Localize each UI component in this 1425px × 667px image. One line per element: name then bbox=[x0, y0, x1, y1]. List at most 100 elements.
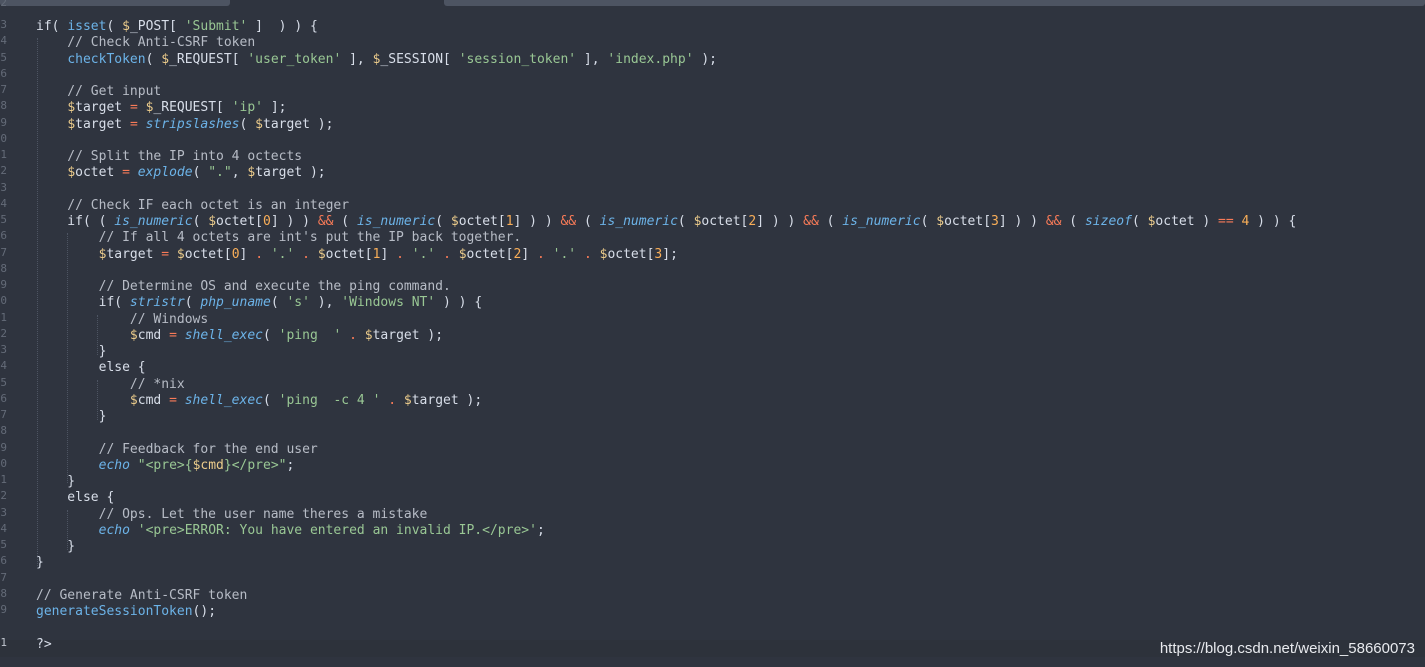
code-token-plain: _POST[ bbox=[129, 19, 185, 34]
code-token-plain: ; bbox=[536, 523, 545, 538]
line-number: 0 bbox=[0, 132, 7, 145]
code-token-plain: target ); bbox=[372, 328, 444, 343]
code-token-op: . bbox=[302, 247, 310, 262]
code-token-num: 3 bbox=[991, 214, 999, 229]
indent-guide bbox=[97, 315, 98, 355]
line-number: 2 bbox=[0, 327, 7, 340]
code-token-plain: cmd bbox=[137, 328, 170, 343]
code-token-var: $ bbox=[176, 247, 185, 262]
code-editor[interactable]: 234567890123456789012345678901234567891 … bbox=[0, 0, 1425, 667]
indent-guide bbox=[97, 380, 98, 420]
code-token-op: = bbox=[169, 393, 177, 408]
line-number: 2 bbox=[0, 164, 7, 177]
code-token-plain: octet[ bbox=[325, 247, 373, 262]
line-number: 4 bbox=[0, 522, 7, 535]
code-token-plain: , bbox=[231, 165, 248, 180]
code-token-op: == bbox=[1218, 214, 1234, 229]
line-number: 7 bbox=[0, 571, 7, 584]
line-number: 7 bbox=[0, 408, 7, 421]
code-line: $cmd = shell_exec( 'ping -c 4 ' . $targe… bbox=[36, 393, 482, 409]
code-token-plain: } bbox=[36, 474, 76, 489]
line-number-gutter: 2 3 4 5 6 7 8 9 0 1 2 3 4 5 6 7 8 9 0 1 2 3 4 5 6 7 8 9 0 1 2 3 4 5 6 7 8 9 1 bbox=[0, 0, 14, 667]
line-number: 3 bbox=[0, 506, 7, 519]
code-token-plain: ] ) ) { bbox=[247, 19, 318, 34]
line-number: 4 bbox=[0, 359, 7, 372]
code-token-plain: ] bbox=[521, 247, 537, 262]
line-number: 5 bbox=[0, 376, 7, 389]
code-token-num: 2 bbox=[748, 214, 757, 229]
code-token-op: . bbox=[443, 247, 451, 262]
code-token-plain: _SESSION[ bbox=[380, 52, 459, 67]
code-token-op: . bbox=[349, 328, 357, 343]
code-token-builtin: echo bbox=[98, 458, 130, 473]
code-token-var: $ bbox=[67, 100, 76, 115]
code-line: $target = $_REQUEST[ 'ip' ]; bbox=[36, 100, 286, 116]
code-token-builtin: is_numeric bbox=[356, 214, 436, 229]
code-token-plain: } bbox=[36, 344, 107, 359]
code-token-plain: (); bbox=[192, 604, 217, 619]
code-token-plain: ( bbox=[270, 295, 287, 310]
code-token-var: $ bbox=[67, 117, 76, 132]
code-token-builtin: is_numeric bbox=[599, 214, 678, 229]
code-token-plain: octet[ bbox=[458, 214, 506, 229]
code-token-op: = bbox=[129, 117, 138, 132]
line-number: 4 bbox=[0, 197, 7, 210]
line-number: 8 bbox=[0, 587, 7, 600]
code-token-plain: ( bbox=[333, 214, 357, 229]
code-token-builtin: shell_exec bbox=[184, 393, 263, 408]
code-token-comment: // Feedback for the end user bbox=[36, 442, 318, 457]
code-token-string: 'ping -c 4 ' bbox=[278, 393, 381, 408]
scrollbar-thumb-right[interactable] bbox=[444, 0, 1425, 6]
scrollbar-thumb-left[interactable] bbox=[0, 0, 230, 6]
code-line: $octet = explode( ".", $target ); bbox=[36, 165, 325, 181]
code-token-string: 'user_token' bbox=[247, 52, 342, 67]
code-token-string: 'ping ' bbox=[278, 328, 342, 343]
code-token-plain: target bbox=[75, 117, 130, 132]
code-line: if( isset( $_POST[ 'Submit' ] ) ) { bbox=[36, 19, 318, 35]
horizontal-scrollbar[interactable] bbox=[0, 0, 1425, 6]
code-token-op: . bbox=[537, 247, 545, 262]
code-token-string: '.' bbox=[552, 247, 577, 262]
code-token-op: . bbox=[388, 393, 397, 408]
line-number: 8 bbox=[0, 99, 7, 112]
code-line: $target = stripslashes( $target ); bbox=[36, 117, 333, 133]
code-token-comment: // Get input bbox=[36, 84, 162, 99]
code-token-plain: ], bbox=[341, 52, 373, 67]
code-token-string: }</pre>" bbox=[223, 458, 287, 473]
code-token-plain: } bbox=[36, 409, 107, 424]
code-token-plain: octet[ bbox=[607, 247, 655, 262]
code-token-plain: octet[ bbox=[184, 247, 232, 262]
code-token-op: . bbox=[396, 247, 404, 262]
line-number: 4 bbox=[0, 34, 7, 47]
code-line: } bbox=[36, 474, 75, 490]
code-token-plain: ( bbox=[106, 19, 123, 34]
code-token-plain: ] bbox=[239, 247, 256, 262]
code-token-plain: ( bbox=[818, 214, 843, 229]
code-token-op: && bbox=[1045, 214, 1062, 229]
code-token-plain: if( bbox=[36, 295, 130, 310]
code-token-plain: ] ) ) bbox=[270, 214, 318, 229]
code-token-plain: cmd bbox=[137, 393, 170, 408]
line-number: 6 bbox=[0, 392, 7, 405]
watermark-url: https://blog.csdn.net/weixin_58660073 bbox=[1159, 640, 1415, 657]
code-token-plain: ( bbox=[677, 214, 694, 229]
line-number: 9 bbox=[0, 116, 7, 129]
code-token-plain: ]; bbox=[662, 247, 678, 262]
code-token-string: '<pre>ERROR: You have entered an invalid… bbox=[137, 523, 537, 538]
code-token-plain: ] bbox=[380, 247, 397, 262]
code-token-var: $ bbox=[255, 117, 263, 132]
code-token-comment: // *nix bbox=[36, 377, 185, 392]
line-number: 1 bbox=[0, 311, 7, 324]
code-line: // *nix bbox=[36, 377, 185, 393]
code-token-string: "." bbox=[208, 165, 232, 180]
line-number: 5 bbox=[0, 51, 7, 64]
code-token-plain: } bbox=[36, 539, 76, 554]
